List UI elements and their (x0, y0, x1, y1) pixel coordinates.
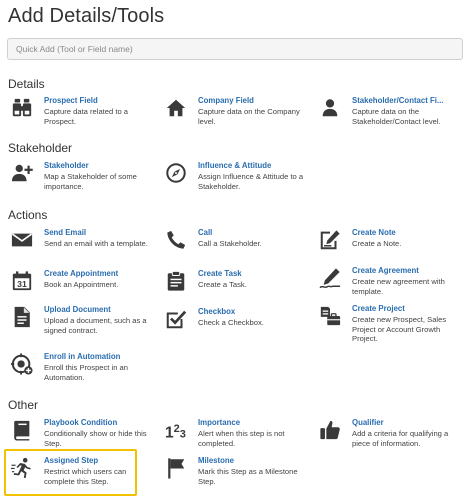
tool-description: Check a Checkbox. (198, 318, 264, 327)
checkbox-icon (164, 308, 188, 332)
tool-description: Book an Appointment. (44, 280, 119, 289)
tool-assigned-step[interactable]: Assigned Step Restrict which users can c… (10, 456, 140, 486)
tool-enroll-in-automation[interactable]: Enroll in Automation Enroll this Prospec… (10, 352, 155, 382)
tool-name: Milestone (198, 456, 234, 465)
tool-playbook-condition[interactable]: Playbook Condition Conditionally show or… (10, 418, 155, 448)
tool-description: Restrict which users can complete this S… (44, 467, 127, 486)
tool-name: Prospect Field (44, 96, 98, 105)
tool-description: Upload a document, such as a signed cont… (44, 316, 147, 335)
tool-name: Checkbox (198, 307, 236, 316)
clipboard-icon (164, 270, 188, 294)
tool-name: Assigned Step (44, 456, 99, 465)
tool-checkbox[interactable]: Checkbox Check a Checkbox. (164, 307, 304, 332)
tool-name: Qualifier (352, 418, 384, 427)
quick-add-search-input[interactable] (7, 38, 463, 60)
thumbs-up-icon (318, 419, 342, 443)
tool-name: Stakeholder/Contact Fi... (352, 96, 444, 105)
tool-call[interactable]: Call Call a Stakeholder. (164, 228, 304, 253)
tool-name: Enroll in Automation (44, 352, 121, 361)
numbers-icon: 123 (164, 419, 188, 443)
tool-name: Playbook Condition (44, 418, 118, 427)
tool-influence-attitude[interactable]: Influence & Attitude Assign Influence & … (164, 161, 309, 191)
compass-icon (164, 162, 188, 186)
dialog-title: Add Details/Tools (8, 5, 165, 27)
tool-name: Create Agreement (352, 266, 419, 275)
section-heading-actions: Actions (8, 208, 48, 222)
tool-name: Create Project (352, 304, 405, 313)
tool-name: Stakeholder (44, 161, 89, 170)
tool-description: Assign Influence & Attitude to a Stakeho… (198, 172, 304, 191)
tool-milestone[interactable]: Milestone Mark this Step as a Milestone … (164, 456, 304, 486)
automation-icon (10, 353, 34, 377)
tool-description: Conditionally show or hide this Step. (44, 429, 147, 448)
tool-description: Create new agreement with template. (352, 277, 445, 296)
tool-create-note[interactable]: Create Note Create a Note. (318, 228, 468, 253)
flag-icon (164, 457, 188, 481)
section-heading-details: Details (8, 77, 45, 91)
calendar-day-number: 31 (17, 279, 27, 289)
section-heading-stakeholder: Stakeholder (8, 141, 73, 155)
phone-icon (164, 229, 188, 253)
tool-name: Company Field (198, 96, 254, 105)
tool-description: Capture data on the Stakeholder/Contact … (352, 107, 441, 126)
tool-name: Create Task (198, 269, 242, 278)
tool-description: Enroll this Prospect in an Automation. (44, 363, 128, 382)
tool-name: Influence & Attitude (198, 161, 272, 170)
tool-description: Create new Prospect, Sales Project or Ac… (352, 315, 447, 343)
tool-description: Create a Note. (352, 239, 402, 248)
tool-description: Create a Task. (198, 280, 247, 289)
tool-importance[interactable]: 123 Importance Alert when this step is n… (164, 418, 309, 448)
tool-name: Create Appointment (44, 269, 119, 278)
tool-description: Mark this Step as a Milestone Step. (198, 467, 298, 486)
runner-icon (10, 457, 34, 481)
note-icon (318, 229, 342, 253)
envelope-icon (10, 229, 34, 253)
section-heading-other: Other (8, 398, 39, 412)
tool-upload-document[interactable]: Upload Document Upload a document, such … (10, 305, 155, 335)
tool-description: Map a Stakeholder of some importance. (44, 172, 137, 191)
book-icon (10, 419, 34, 443)
home-icon (164, 97, 188, 121)
tool-description: Send an email with a template. (44, 239, 148, 248)
tool-description: Call a Stakeholder. (198, 239, 262, 248)
tool-create-agreement[interactable]: Create Agreement Create new agreement wi… (318, 266, 468, 296)
tool-qualifier[interactable]: Qualifier Add a criteria for qualifying … (318, 418, 468, 448)
tool-create-task[interactable]: Create Task Create a Task. (164, 269, 304, 294)
tool-stakeholder[interactable]: Stakeholder Map a Stakeholder of some im… (10, 161, 155, 191)
tool-stakeholder-contact-field[interactable]: Stakeholder/Contact Fi... Capture data o… (318, 96, 468, 126)
person-icon (318, 97, 342, 121)
tool-description: Capture data related to a Prospect. (44, 107, 129, 126)
signature-icon (318, 267, 342, 291)
tool-create-appointment[interactable]: 31 Create Appointment Book an Appointmen… (10, 269, 155, 294)
tool-prospect-field[interactable]: Prospect Field Capture data related to a… (10, 96, 155, 126)
tool-send-email[interactable]: Send Email Send an email with a template… (10, 228, 155, 253)
tool-name: Call (198, 228, 213, 237)
project-icon (318, 305, 342, 329)
add-person-icon (10, 162, 34, 186)
tool-description: Alert when this step is not completed. (198, 429, 285, 448)
tool-create-project[interactable]: Create Project Create new Prospect, Sale… (318, 304, 468, 344)
tool-company-field[interactable]: Company Field Capture data on the Compan… (164, 96, 304, 126)
tool-name: Create Note (352, 228, 396, 237)
numbers-glyph: 123 (165, 423, 186, 441)
calendar-icon: 31 (10, 270, 34, 294)
tool-name: Importance (198, 418, 241, 427)
document-icon (10, 306, 34, 330)
tool-name: Upload Document (44, 305, 111, 314)
tool-description: Add a criteria for qualifying a piece of… (352, 429, 449, 448)
binoculars-icon (10, 97, 34, 121)
tool-name: Send Email (44, 228, 87, 237)
tool-description: Capture data on the Company level. (198, 107, 300, 126)
